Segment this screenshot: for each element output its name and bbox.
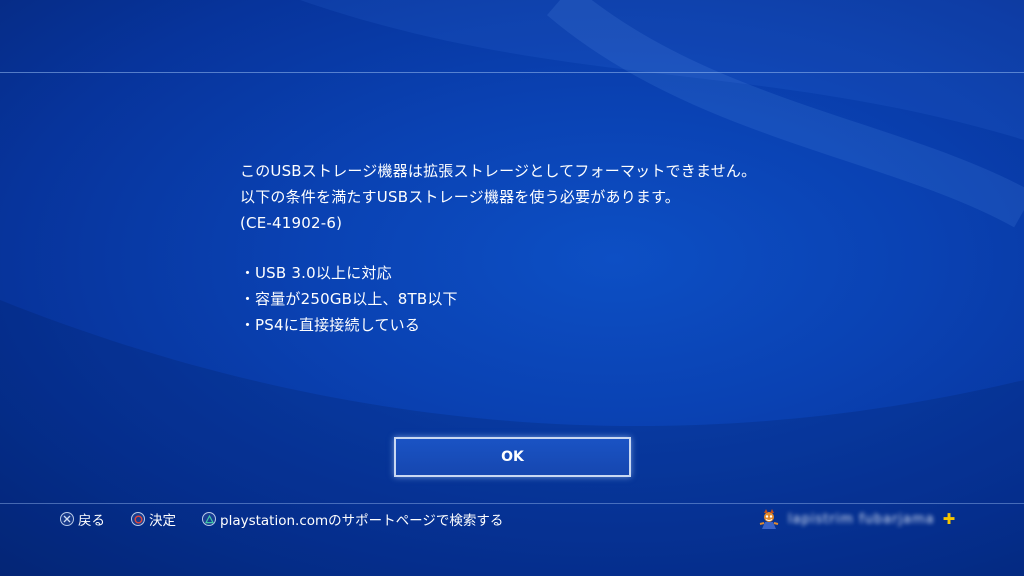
requirement-item: ・USB 3.0以上に対応: [240, 264, 392, 282]
message-line-2: 以下の条件を満たすUSBストレージ機器を使う必要があります。: [240, 188, 680, 206]
cross-button-icon: [60, 512, 74, 526]
user-avatar: [758, 508, 780, 530]
circle-button-icon: [131, 512, 145, 526]
bottom-divider: [0, 503, 1024, 504]
search-hint[interactable]: playstation.comのサポートページで検索する: [202, 509, 503, 529]
requirement-item: ・容量が250GB以上、8TB以下: [240, 290, 458, 308]
back-hint[interactable]: 戻る: [60, 509, 105, 529]
user-info: lapistrim fubarjama ✚: [758, 508, 955, 530]
confirm-hint[interactable]: 決定: [131, 509, 176, 529]
error-message: このUSBストレージ機器は拡張ストレージとしてフォーマットできません。 以下の条…: [240, 158, 880, 338]
confirm-label: 決定: [149, 513, 176, 529]
plus-badge-icon: ✚: [942, 509, 956, 528]
search-label: playstation.comのサポートページで検索する: [220, 513, 504, 529]
button-hints: 戻る 決定 playstation.comのサポートページで検索する: [60, 509, 529, 529]
top-divider: [0, 72, 1024, 73]
username: lapistrim fubarjama: [788, 511, 935, 527]
error-code: (CE-41902-6): [240, 214, 343, 232]
ok-button[interactable]: OK: [394, 437, 631, 477]
requirement-item: ・PS4に直接接続している: [240, 316, 421, 334]
message-line-1: このUSBストレージ機器は拡張ストレージとしてフォーマットできません。: [240, 162, 757, 180]
triangle-button-icon: [202, 512, 216, 526]
back-label: 戻る: [78, 513, 105, 529]
